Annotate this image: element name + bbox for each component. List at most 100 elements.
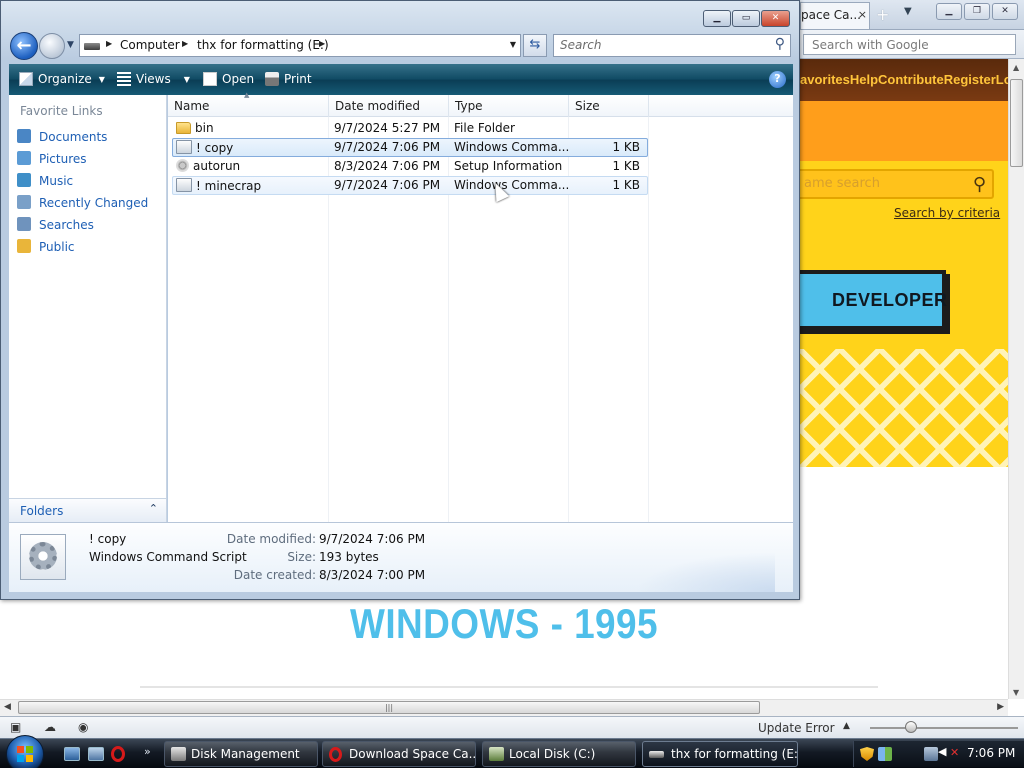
- column-header-type[interactable]: Type: [449, 95, 569, 117]
- browser-tab[interactable]: pace Ca... ×: [800, 2, 870, 29]
- browser-tab-strip: pace Ca... × + ▼ ▁ ❐ ✕: [800, 0, 1024, 30]
- breadcrumb-arrow-icon[interactable]: ▶: [319, 39, 325, 48]
- favorite-links-header: Favorite Links: [20, 104, 103, 118]
- decorative-swoosh: [635, 552, 775, 592]
- breadcrumb-computer[interactable]: Computer: [120, 38, 180, 52]
- breadcrumb-drive[interactable]: thx for formatting (E:): [197, 38, 329, 52]
- recent-pages-chevron-icon[interactable]: ▼: [67, 40, 74, 50]
- file-name-cell: ! minecrap: [176, 178, 326, 193]
- file-row-bin[interactable]: bin 9/7/2024 5:27 PM File Folder: [172, 119, 648, 138]
- security-shield-icon[interactable]: [860, 747, 874, 761]
- horizontal-scrollbar[interactable]: ◀ ||| ▶: [0, 699, 1008, 716]
- favorite-link-documents[interactable]: Documents: [17, 129, 107, 144]
- chevron-up-icon: ⌃: [148, 502, 158, 515]
- print-label: Print: [284, 72, 312, 86]
- tab-close-icon[interactable]: ×: [858, 8, 867, 21]
- update-expand-icon[interactable]: ▲: [843, 721, 850, 731]
- file-date: 9/7/2024 7:06 PM: [334, 140, 441, 154]
- opera-unite-cloud-icon[interactable]: ☁: [44, 720, 56, 734]
- file-row-minecrap[interactable]: ! minecrap 9/7/2024 7:06 PM Windows Comm…: [172, 176, 648, 195]
- favorite-link-recently-changed[interactable]: Recently Changed: [17, 195, 148, 210]
- clock[interactable]: 7:06 PM: [967, 746, 1015, 760]
- script-icon: [176, 140, 192, 154]
- file-row-autorun[interactable]: autorun 8/3/2024 7:06 PM Setup Informati…: [172, 157, 648, 176]
- browser-close-button[interactable]: ✕: [992, 3, 1018, 20]
- organize-button[interactable]: Organize ▼: [19, 72, 105, 86]
- maximize-button[interactable]: ▭: [732, 10, 760, 27]
- browser-toolbar: Search with Google: [800, 30, 1024, 59]
- scroll-left-arrow-icon[interactable]: ◀: [4, 702, 11, 712]
- views-button[interactable]: Views ▼: [117, 72, 190, 86]
- favorite-link-music[interactable]: Music: [17, 173, 73, 188]
- favorite-link-label: Documents: [39, 130, 108, 144]
- scroll-right-arrow-icon[interactable]: ▶: [997, 702, 1004, 712]
- column-header-size[interactable]: Size: [569, 95, 649, 117]
- column-header-date-modified[interactable]: Date modified: [329, 95, 449, 117]
- back-button[interactable]: ←: [10, 32, 38, 60]
- favorite-link-public[interactable]: Public: [17, 239, 75, 254]
- windows-update-icon[interactable]: [878, 747, 892, 761]
- folders-toggle[interactable]: Folders ⌃: [9, 498, 166, 522]
- scroll-down-arrow-icon[interactable]: ▼: [1013, 688, 1019, 697]
- turbo-icon[interactable]: ◉: [78, 720, 88, 734]
- taskbar-button-opera[interactable]: Download Space Ca...: [322, 741, 476, 767]
- windows-logo-icon: [17, 746, 33, 762]
- browser-minimize-button[interactable]: ▁: [936, 3, 962, 20]
- address-dropdown-icon[interactable]: ▼: [510, 40, 516, 49]
- scroll-up-arrow-icon[interactable]: ▲: [1013, 63, 1019, 72]
- column-header-name[interactable]: Name ▲: [168, 91, 329, 117]
- search-by-criteria-link[interactable]: Search by criteria: [894, 206, 1000, 220]
- open-button[interactable]: Open: [203, 72, 254, 86]
- site-game-search-input[interactable]: ame search ⚲: [800, 169, 994, 199]
- minimize-button[interactable]: ▁: [703, 10, 731, 27]
- searches-icon: [17, 217, 31, 231]
- documents-icon: [17, 129, 31, 143]
- file-name: bin: [195, 121, 214, 135]
- file-size: 1 KB: [612, 140, 640, 154]
- favorite-link-searches[interactable]: Searches: [17, 217, 94, 232]
- update-error-status[interactable]: Update Error: [758, 721, 835, 735]
- recently-changed-icon: [17, 195, 31, 209]
- file-row-copy[interactable]: ! copy 9/7/2024 7:06 PM Windows Comma...…: [172, 138, 648, 157]
- google-search-input[interactable]: Search with Google: [803, 34, 1016, 55]
- vertical-scroll-thumb[interactable]: [1010, 79, 1023, 167]
- help-icon[interactable]: ?: [769, 71, 786, 88]
- breadcrumb-arrow-icon[interactable]: ▶: [106, 39, 112, 48]
- opera-icon[interactable]: [111, 746, 125, 762]
- show-desktop-icon[interactable]: [64, 747, 80, 761]
- browser-status-bar: ▣ ☁ ◉ Update Error ▲: [0, 716, 1024, 738]
- breadcrumb-arrow-icon[interactable]: ▶: [182, 39, 188, 48]
- file-size: 1 KB: [612, 178, 640, 192]
- quick-launch-more-icon[interactable]: »: [144, 745, 151, 758]
- new-tab-icon[interactable]: +: [876, 5, 889, 24]
- network-icon[interactable]: [924, 747, 938, 761]
- browser-maximize-button[interactable]: ❐: [964, 3, 990, 20]
- taskbar-button-thx-for-formatting[interactable]: thx for formatting (E:): [642, 741, 798, 767]
- search-icon[interactable]: ⚲: [775, 36, 785, 52]
- horizontal-scroll-thumb[interactable]: |||: [18, 701, 760, 714]
- print-button[interactable]: Print: [265, 72, 312, 86]
- forward-button[interactable]: [39, 33, 65, 59]
- address-bar[interactable]: ▶ Computer ▶ thx for formatting (E:) ▶ ▼: [79, 34, 521, 57]
- switch-windows-icon[interactable]: [88, 747, 104, 761]
- details-size-label: Size:: [287, 550, 316, 564]
- favorite-link-pictures[interactable]: Pictures: [17, 151, 87, 166]
- panel-toggle-icon[interactable]: ▣: [10, 720, 21, 734]
- search-icon[interactable]: ⚲: [973, 174, 986, 195]
- tab-list-chevron-icon[interactable]: ▼: [904, 6, 912, 17]
- start-button[interactable]: [6, 735, 44, 768]
- taskbar-button-disk-management[interactable]: Disk Management: [164, 741, 318, 767]
- zoom-slider[interactable]: [870, 727, 1018, 729]
- close-button[interactable]: ✕: [761, 10, 790, 27]
- developer-button[interactable]: DEVELOPER: [800, 270, 947, 330]
- search-input[interactable]: Search ⚲: [553, 34, 791, 57]
- vertical-scrollbar[interactable]: ▲ ▼: [1008, 59, 1024, 699]
- file-type: File Folder: [454, 121, 515, 135]
- pictures-icon: [17, 151, 31, 165]
- chevron-down-icon: ▼: [98, 75, 105, 84]
- site-nav-bar[interactable]: avoritesHelpContributeRegisterLogin: [800, 59, 1008, 101]
- zoom-slider-handle[interactable]: [905, 721, 917, 733]
- taskbar-button-local-disk[interactable]: Local Disk (C:): [482, 741, 636, 767]
- site-search-placeholder: ame search: [804, 176, 880, 191]
- refresh-button[interactable]: ⇆: [523, 34, 547, 57]
